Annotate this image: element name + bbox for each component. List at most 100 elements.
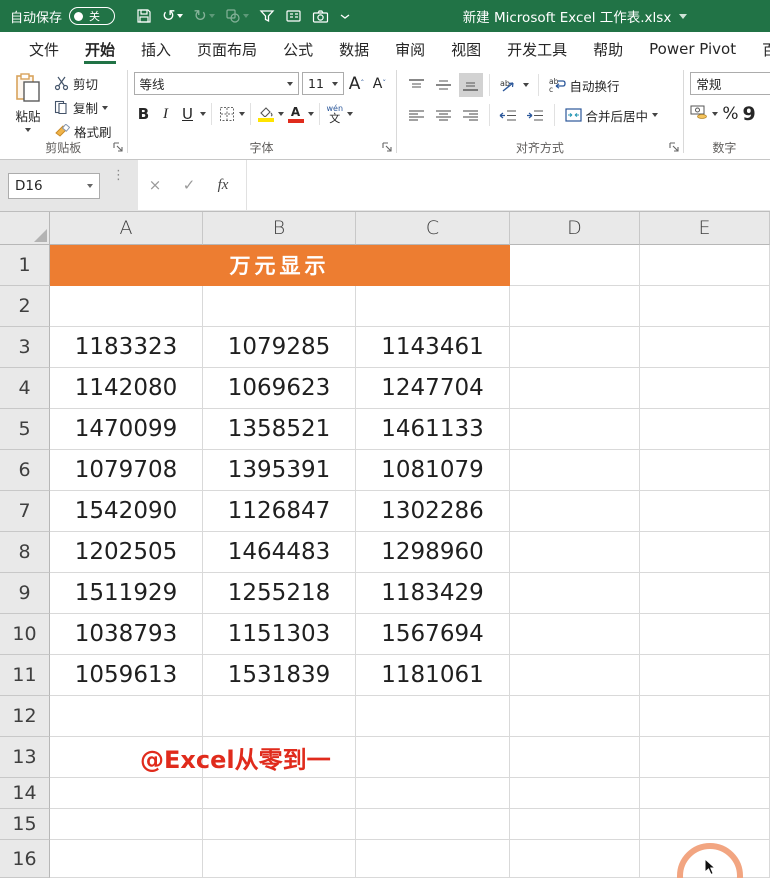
- cell-C13[interactable]: [356, 737, 510, 778]
- tab-developer[interactable]: 开发工具: [494, 32, 580, 66]
- name-box-dropdown-icon[interactable]: [87, 184, 93, 188]
- cell-B2[interactable]: [203, 286, 356, 327]
- tab-view[interactable]: 视图: [438, 32, 494, 66]
- cell-D16[interactable]: [510, 840, 640, 878]
- cell-E2[interactable]: [640, 286, 770, 327]
- align-bottom-icon[interactable]: [459, 73, 483, 97]
- row-header-11[interactable]: 11: [0, 655, 50, 696]
- qat-overflow-icon[interactable]: [336, 8, 354, 24]
- cell-E13[interactable]: [640, 737, 770, 778]
- cell-D6[interactable]: [510, 450, 640, 491]
- cell-C7[interactable]: 1302286: [356, 491, 510, 532]
- undo-icon[interactable]: ↺: [159, 6, 186, 26]
- row-header-4[interactable]: 4: [0, 368, 50, 409]
- cell-C5[interactable]: 1461133: [356, 409, 510, 450]
- wrap-text-button[interactable]: abc 自动换行: [549, 76, 620, 95]
- tab-page-layout[interactable]: 页面布局: [184, 32, 270, 66]
- cell-A12[interactable]: [50, 696, 203, 737]
- tab-formulas[interactable]: 公式: [270, 32, 326, 66]
- cell-C9[interactable]: 1183429: [356, 573, 510, 614]
- cell-A9[interactable]: 1511929: [50, 573, 203, 614]
- cell-B4[interactable]: 1069623: [203, 368, 356, 409]
- cell-E11[interactable]: [640, 655, 770, 696]
- cell-A14[interactable]: [50, 778, 203, 809]
- cell-D12[interactable]: [510, 696, 640, 737]
- cell-C14[interactable]: [356, 778, 510, 809]
- cell-E14[interactable]: [640, 778, 770, 809]
- cell-D9[interactable]: [510, 573, 640, 614]
- font-size-combo[interactable]: 11: [302, 72, 344, 95]
- cell-E5[interactable]: [640, 409, 770, 450]
- align-right-icon[interactable]: [459, 103, 483, 127]
- column-header-A[interactable]: A: [50, 212, 203, 245]
- cell-D8[interactable]: [510, 532, 640, 573]
- percent-style-icon[interactable]: %: [722, 104, 738, 124]
- cell-A4[interactable]: 1142080: [50, 368, 203, 409]
- tab-insert[interactable]: 插入: [128, 32, 184, 66]
- bold-button[interactable]: B: [134, 103, 154, 125]
- row-header-15[interactable]: 15: [0, 809, 50, 840]
- merge-center-button[interactable]: 合并后居中: [565, 106, 659, 125]
- column-header-C[interactable]: C: [356, 212, 510, 245]
- cell-D5[interactable]: [510, 409, 640, 450]
- cell-D2[interactable]: [510, 286, 640, 327]
- cell-B9[interactable]: 1255218: [203, 573, 356, 614]
- row-header-12[interactable]: 12: [0, 696, 50, 737]
- cell-C4[interactable]: 1247704: [356, 368, 510, 409]
- cell-E1[interactable]: [640, 245, 770, 286]
- tab-review[interactable]: 审阅: [382, 32, 438, 66]
- cell-D4[interactable]: [510, 368, 640, 409]
- cell-D1[interactable]: [510, 245, 640, 286]
- font-dialog-launcher-icon[interactable]: [382, 137, 392, 156]
- phonetic-dropdown-icon[interactable]: [347, 112, 353, 116]
- formula-input[interactable]: [246, 160, 770, 210]
- cell-D10[interactable]: [510, 614, 640, 655]
- row-header-16[interactable]: 16: [0, 840, 50, 878]
- row-header-3[interactable]: 3: [0, 327, 50, 368]
- cell-A6[interactable]: 1079708: [50, 450, 203, 491]
- cell-D3[interactable]: [510, 327, 640, 368]
- cell-E8[interactable]: [640, 532, 770, 573]
- tab-help[interactable]: 帮助: [580, 32, 636, 66]
- increase-font-icon[interactable]: Aˆ: [347, 73, 367, 95]
- cell-B7[interactable]: 1126847: [203, 491, 356, 532]
- row-header-1[interactable]: 1: [0, 245, 50, 286]
- cell-C6[interactable]: 1081079: [356, 450, 510, 491]
- cell-D15[interactable]: [510, 809, 640, 840]
- cell-E6[interactable]: [640, 450, 770, 491]
- filter-icon[interactable]: [256, 6, 278, 26]
- cell-D13[interactable]: [510, 737, 640, 778]
- row-header-2[interactable]: 2: [0, 286, 50, 327]
- cell-C3[interactable]: 1143461: [356, 327, 510, 368]
- cell-A7[interactable]: 1542090: [50, 491, 203, 532]
- cell-B15[interactable]: [203, 809, 356, 840]
- cell-D11[interactable]: [510, 655, 640, 696]
- cell-B11[interactable]: 1531839: [203, 655, 356, 696]
- save-icon[interactable]: [133, 6, 155, 26]
- cell-B12[interactable]: [203, 696, 356, 737]
- cell-A15[interactable]: [50, 809, 203, 840]
- cell-E9[interactable]: [640, 573, 770, 614]
- cell-C8[interactable]: 1298960: [356, 532, 510, 573]
- underline-button[interactable]: U: [178, 103, 198, 125]
- copy-button[interactable]: 复制: [54, 98, 112, 117]
- tab-home[interactable]: 开始: [72, 32, 128, 66]
- row-header-9[interactable]: 9: [0, 573, 50, 614]
- font-name-combo[interactable]: 等线: [134, 72, 299, 95]
- align-middle-icon[interactable]: [432, 73, 456, 97]
- borders-icon[interactable]: [217, 103, 237, 125]
- number-format-combo[interactable]: 常规: [690, 72, 770, 95]
- merge-dropdown-icon[interactable]: [652, 113, 658, 117]
- formula-bar-grip[interactable]: ⋮: [112, 169, 122, 182]
- cell-C2[interactable]: [356, 286, 510, 327]
- cell-C10[interactable]: 1567694: [356, 614, 510, 655]
- cell-C12[interactable]: [356, 696, 510, 737]
- column-header-D[interactable]: D: [510, 212, 640, 245]
- column-header-B[interactable]: B: [203, 212, 356, 245]
- tab-baidu-netdisk[interactable]: 百度网盘: [749, 32, 770, 66]
- cell-A3[interactable]: 1183323: [50, 327, 203, 368]
- cell-E10[interactable]: [640, 614, 770, 655]
- insert-function-icon[interactable]: fx: [206, 177, 240, 194]
- row-header-10[interactable]: 10: [0, 614, 50, 655]
- cell-B10[interactable]: 1151303: [203, 614, 356, 655]
